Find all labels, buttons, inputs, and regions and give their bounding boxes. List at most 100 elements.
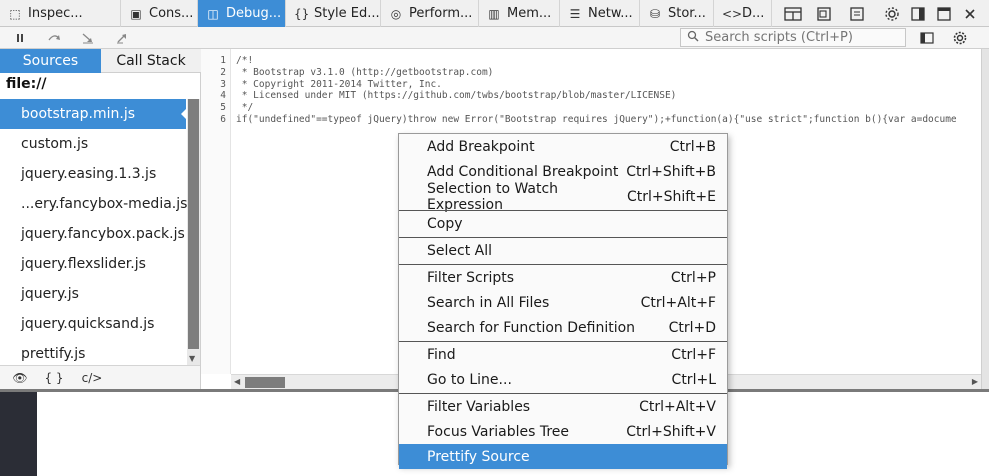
tab-dom[interactable]: <> D... (714, 0, 772, 27)
pause-icon[interactable] (10, 27, 30, 49)
menu-item-label: Selection to Watch Expression (427, 180, 559, 213)
file-list-scrollbar[interactable]: ▲ ▼ (187, 99, 200, 365)
memory-icon: ▥ (488, 6, 500, 21)
scroll-down-arrow-icon[interactable]: ▼ (189, 354, 195, 363)
menu-item-label: Find (427, 346, 456, 363)
code-line: * Bootstrap v3.1.0 (http://getbootstrap.… (236, 66, 494, 78)
menu-item-shortcut: Ctrl+P (670, 269, 716, 286)
menu-item-label: Search for Function Definition (427, 319, 636, 336)
menu-item-label: Search in All Files (427, 294, 550, 311)
source-file-item[interactable]: bootstrap.min.js (0, 99, 186, 129)
tab-style-editor[interactable]: {} Style Ed... (286, 0, 381, 27)
tab-network[interactable]: ☰ Netw... (560, 0, 640, 27)
menu-item-label: Copy (427, 215, 463, 232)
menu-item-select-all[interactable]: Select All (399, 238, 727, 263)
tab-call-stack[interactable]: Call Stack (101, 49, 201, 73)
source-file-item[interactable]: jquery.quicksand.js (0, 309, 186, 339)
menu-item-label: Go to Line... (427, 371, 512, 388)
tab-label: Inspec... (28, 6, 83, 21)
blackbox-eye-icon[interactable]: 👁 (8, 369, 32, 387)
sources-footer: 👁 { } c/> (0, 365, 200, 389)
code-line: * Licensed under MIT (https://github.com… (236, 90, 677, 102)
menu-item-shortcut: Ctrl+D (668, 319, 716, 336)
scroll-left-arrow-icon[interactable]: ◀ (234, 377, 240, 386)
line-number[interactable]: 5 (220, 102, 226, 113)
tab-label: Style Ed... (314, 6, 380, 21)
menu-item-shortcut: Ctrl+Shift+V (626, 423, 716, 440)
source-file-item[interactable]: jquery.flexslider.js (0, 249, 186, 279)
source-file-item[interactable]: custom.js (0, 129, 186, 159)
menu-item-search-for-function-definition[interactable]: Search for Function Definition Ctrl+D (399, 315, 727, 340)
code-line: */ (236, 102, 254, 114)
source-file-item[interactable]: jquery.js (0, 279, 186, 309)
tab-label: D... (742, 6, 765, 21)
tab-label: Stor... (668, 6, 706, 21)
dock-side-icon[interactable] (906, 0, 930, 27)
tab-console[interactable]: ▣ Cons... (121, 0, 198, 27)
line-number[interactable]: 4 (220, 90, 226, 101)
tab-debugger[interactable]: ◫ Debug... (198, 0, 286, 27)
scroll-right-arrow-icon[interactable]: ▶ (972, 377, 978, 386)
menu-item-find[interactable]: Find Ctrl+F (399, 342, 727, 367)
settings-icon[interactable] (950, 27, 970, 49)
menu-item-label: Add Conditional Breakpoint (427, 163, 619, 180)
menu-item-shortcut: Ctrl+Shift+E (626, 188, 716, 205)
source-map-icon[interactable]: c/> (80, 369, 104, 387)
menu-item-add-breakpoint[interactable]: Add Breakpoint Ctrl+B (399, 134, 727, 159)
style-editor-icon: {} (294, 6, 310, 21)
menu-item-shortcut: Ctrl+L (671, 371, 716, 388)
menu-item-selection-to-watch-expression[interactable]: Selection to Watch Expression Ctrl+Shift+… (399, 181, 727, 213)
debugger-icon: ◫ (207, 6, 219, 21)
menu-item-label: Select All (427, 242, 492, 259)
hscroll-thumb[interactable] (245, 377, 285, 388)
tab-performance[interactable]: ◎ Perform... (381, 0, 479, 27)
tab-storage[interactable]: ⛁ Stor... (640, 0, 714, 27)
responsive-icon[interactable] (812, 0, 836, 27)
line-number[interactable]: 1 (220, 55, 226, 66)
menu-item-shortcut: Ctrl+Alt+F (640, 294, 716, 311)
context-menu: Add Breakpoint Ctrl+B Add Conditional Brea… (398, 133, 728, 469)
step-over-icon[interactable] (44, 27, 64, 49)
source-file-item[interactable]: jquery.easing.1.3.js (0, 159, 186, 189)
close-icon[interactable] (958, 0, 982, 27)
search-scripts-box[interactable] (680, 28, 906, 47)
menu-item-filter-scripts[interactable]: Filter Scripts Ctrl+P (399, 265, 727, 290)
step-out-icon[interactable] (112, 27, 132, 49)
menu-item-search-in-all-files[interactable]: Search in All Files Ctrl+Alt+F (399, 290, 727, 315)
menu-item-filter-variables[interactable]: Filter Variables Ctrl+Alt+V (399, 394, 727, 419)
menu-item-copy[interactable]: Copy (399, 211, 727, 236)
tab-inspector[interactable]: ⬚ Inspec... (0, 0, 121, 27)
popout-icon[interactable] (932, 0, 956, 27)
source-file-item[interactable]: jquery.fancybox.pack.js (0, 219, 186, 249)
source-file-item[interactable]: ...ery.fancybox-media.js (0, 189, 187, 219)
menu-item-shortcut: Ctrl+Alt+V (639, 398, 716, 415)
menu-item-label: Add Breakpoint (427, 138, 535, 155)
options-icon[interactable] (880, 0, 904, 27)
sources-panel: Sources Call Stack file:// bootstrap.min… (0, 49, 201, 389)
scrollbar-thumb[interactable] (188, 99, 199, 349)
inspector-icon: ⬚ (9, 6, 21, 21)
line-gutter[interactable]: 123456 (201, 49, 231, 374)
menu-item-prettify-source[interactable]: Prettify Source (399, 444, 727, 469)
tab-label: Perform... (409, 6, 473, 21)
pretty-print-icon[interactable]: { } (42, 369, 66, 387)
line-number[interactable]: 3 (220, 79, 226, 90)
tab-memory[interactable]: ▥ Mem... (479, 0, 560, 27)
source-root-label[interactable]: file:// (6, 76, 47, 92)
menu-item-focus-variables-tree[interactable]: Focus Variables Tree Ctrl+Shift+V (399, 419, 727, 444)
frames-icon[interactable] (779, 0, 807, 27)
tab-label: Cons... (149, 6, 194, 21)
menu-item-go-to-line[interactable]: Go to Line... Ctrl+L (399, 367, 727, 392)
search-scripts-input[interactable] (705, 30, 895, 45)
scratchpad-icon[interactable] (845, 0, 869, 27)
tab-label: Mem... (507, 6, 552, 21)
menu-item-shortcut: Ctrl+Shift+B (626, 163, 716, 180)
toggle-pane-icon[interactable] (917, 27, 937, 49)
performance-icon: ◎ (390, 6, 402, 21)
line-number[interactable]: 6 (220, 114, 226, 125)
tab-sources[interactable]: Sources (0, 49, 101, 73)
line-number[interactable]: 2 (220, 67, 226, 78)
code-line: /*! (236, 55, 254, 66)
step-in-icon[interactable] (78, 27, 98, 49)
code-line: * Copyright 2011-2014 Twitter, Inc. (236, 78, 442, 90)
